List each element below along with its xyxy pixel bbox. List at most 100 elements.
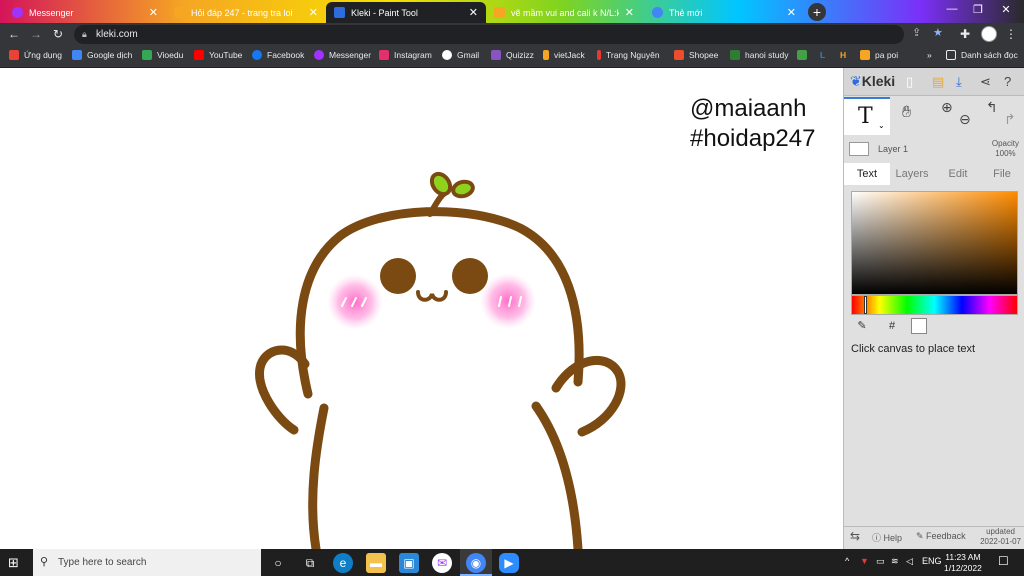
edge-icon[interactable]: e xyxy=(333,553,353,573)
bookmark-quizizz[interactable]: Quizizz xyxy=(491,50,534,60)
bookmark-instagram[interactable]: Instagram xyxy=(379,50,432,60)
vioedu-tray-icon[interactable]: ▼ xyxy=(860,556,869,566)
bookmark-h[interactable]: H xyxy=(840,50,846,60)
tab-messenger[interactable]: Messenger ✕ xyxy=(4,2,166,23)
chrome-icon[interactable]: ◉ xyxy=(466,553,486,573)
close-icon[interactable]: ✕ xyxy=(149,6,158,19)
text-tool-hint: Click canvas to place text xyxy=(851,343,976,355)
battery-icon[interactable]: ▭ xyxy=(876,556,885,567)
hue-slider[interactable] xyxy=(851,295,1018,315)
clock[interactable]: 11:23 AM 1/12/2022 xyxy=(944,552,982,574)
tab-new[interactable]: Thẻ mới ✕ xyxy=(644,2,804,23)
bookmark-messenger[interactable]: Messenger xyxy=(314,50,371,60)
avatar[interactable] xyxy=(981,26,997,42)
updated-info[interactable]: updated 2022-01-07 xyxy=(980,527,1021,547)
undo-icon[interactable]: ↰ xyxy=(986,99,998,116)
taskbar-search[interactable]: ⚲ Type here to search xyxy=(33,549,261,576)
hand-icon[interactable]: ✋︎ xyxy=(902,104,911,122)
bookmark-vietjack[interactable]: vietJack xyxy=(543,50,585,60)
feedback-button[interactable]: ✎ Feedback xyxy=(916,531,966,542)
file-explorer-icon[interactable]: ▬ xyxy=(366,553,386,573)
close-icon[interactable]: ✕ xyxy=(625,6,634,19)
notifications-icon[interactable]: ☐ xyxy=(998,554,1009,568)
close-icon[interactable]: ✕ xyxy=(469,6,478,19)
messenger-icon[interactable]: ✉︎ xyxy=(432,553,452,573)
wifi-icon[interactable]: ≋ xyxy=(891,556,899,567)
star-icon[interactable]: ★ xyxy=(933,26,943,39)
menu-icon[interactable]: ⋮ xyxy=(1005,27,1017,41)
language-indicator[interactable]: ENG xyxy=(922,556,942,566)
windows-start-icon[interactable]: ⊞ xyxy=(8,555,19,571)
layer-row[interactable]: Layer 1 Opacity 100% xyxy=(844,136,1024,164)
redo-icon[interactable]: ↱ xyxy=(1004,111,1016,128)
bookmark-facebook[interactable]: Facebook xyxy=(252,50,304,60)
bookmark-trang-nguyen[interactable]: Trạng Nguyên xyxy=(597,50,660,60)
close-icon[interactable]: ✕ xyxy=(309,6,318,19)
share-icon[interactable]: ⋖ xyxy=(980,74,991,90)
toolbar: T ⌄ ✋︎ ⊕ ⊖ ↰ ↱ xyxy=(844,97,1024,135)
save-icon[interactable]: ▤ xyxy=(932,74,944,90)
swap-icon[interactable]: ⇆ xyxy=(850,529,860,543)
url-text[interactable]: kleki.com xyxy=(96,29,138,40)
bookmark-hanoi-study[interactable]: hanoi study xyxy=(730,50,788,60)
restore-icon[interactable]: ❐ xyxy=(968,3,988,16)
share-icon[interactable]: ⇪ xyxy=(912,26,921,39)
new-image-icon[interactable]: ▯ xyxy=(906,74,913,90)
zoom-icon[interactable]: ▶︎ xyxy=(499,553,519,573)
hanoi-study-icon xyxy=(730,50,740,60)
help-icon[interactable]: ? xyxy=(1004,74,1011,89)
cortana-icon[interactable]: ○ xyxy=(268,553,288,573)
volume-icon[interactable]: ◁ xyxy=(906,556,913,567)
store-icon[interactable]: ▣ xyxy=(399,553,419,573)
bookmark-pa-poi[interactable]: pa poi xyxy=(860,50,898,60)
bookmark-l[interactable]: L xyxy=(820,50,825,60)
bookmark-youtube[interactable]: YouTube xyxy=(194,50,242,60)
tab-layers[interactable]: Layers xyxy=(890,163,934,185)
bookmark-shopee[interactable]: Shopee xyxy=(674,50,718,60)
bookmark-duolingo[interactable] xyxy=(797,50,812,60)
bookmark-vioedu[interactable]: Vioedu xyxy=(142,50,183,60)
tab-text[interactable]: Text xyxy=(844,163,890,185)
tab-vemam[interactable]: vẽ mầm vui and cali k N/L:ko đẹp ✕ xyxy=(486,2,642,23)
bookmarks-more[interactable]: » xyxy=(927,50,932,60)
back-icon[interactable]: ← xyxy=(6,27,22,41)
zoom-out-icon[interactable]: ⊖ xyxy=(959,111,971,128)
tab-kleki[interactable]: Kleki - Paint Tool ✕ xyxy=(326,2,486,23)
extensions-icon[interactable]: ✚ xyxy=(960,27,970,41)
download-icon[interactable]: ⤓ xyxy=(956,74,962,90)
task-view-icon[interactable]: ⧉ xyxy=(300,553,320,573)
eye-right xyxy=(452,258,488,294)
bookmark-gmail[interactable]: Gmail xyxy=(442,50,479,60)
close-icon[interactable]: ✕ xyxy=(787,6,796,19)
hue-slider-handle[interactable] xyxy=(864,296,867,314)
color-picker-area[interactable] xyxy=(851,191,1018,295)
tab-hoidap[interactable]: Hỏi đáp 247 - trang tra loi ✕ xyxy=(166,2,326,23)
forward-icon[interactable]: → xyxy=(28,27,44,41)
zoom-in-icon[interactable]: ⊕ xyxy=(941,99,953,116)
bookmark-google-translate[interactable]: Google dịch xyxy=(72,50,132,60)
reload-icon[interactable]: ↻ xyxy=(50,27,66,41)
tab-edit[interactable]: Edit xyxy=(936,163,980,185)
reading-list[interactable]: Danh sách đọc xyxy=(946,50,1018,60)
drawing-canvas[interactable]: @maiaanh #hoidap247 xyxy=(0,68,843,549)
close-window-icon[interactable]: ✕ xyxy=(996,3,1016,16)
hex-button[interactable]: # xyxy=(883,318,901,335)
minimize-icon[interactable]: — xyxy=(942,3,962,15)
omnibox[interactable]: 🔒︎ kleki.com xyxy=(74,25,904,44)
chevron-down-icon[interactable]: ⌄ xyxy=(878,121,885,130)
bookmark-apps[interactable]: Ứng dụng xyxy=(9,50,62,60)
tab-file[interactable]: File xyxy=(980,163,1024,185)
tab-label: Kleki - Paint Tool xyxy=(351,7,418,18)
color-buttons: ✎ # xyxy=(851,318,1018,336)
color-swatch[interactable] xyxy=(911,318,927,334)
panel-header: ❦Kleki ▯ ▤ ⤓ ⋖ ? xyxy=(844,68,1024,96)
bookmark-label: Google dịch xyxy=(87,50,133,60)
opacity-readout[interactable]: Opacity 100% xyxy=(992,139,1019,159)
new-tab-button[interactable]: + xyxy=(808,3,826,21)
bookmark-label: vietJack xyxy=(554,50,585,60)
mouth xyxy=(416,290,448,302)
help-button[interactable]: ⓘ Help xyxy=(872,531,902,544)
text-tool-button[interactable]: T ⌄ xyxy=(844,97,890,135)
eyedropper-icon[interactable]: ✎ xyxy=(853,318,871,335)
chevron-up-icon[interactable]: ^ xyxy=(845,556,849,566)
